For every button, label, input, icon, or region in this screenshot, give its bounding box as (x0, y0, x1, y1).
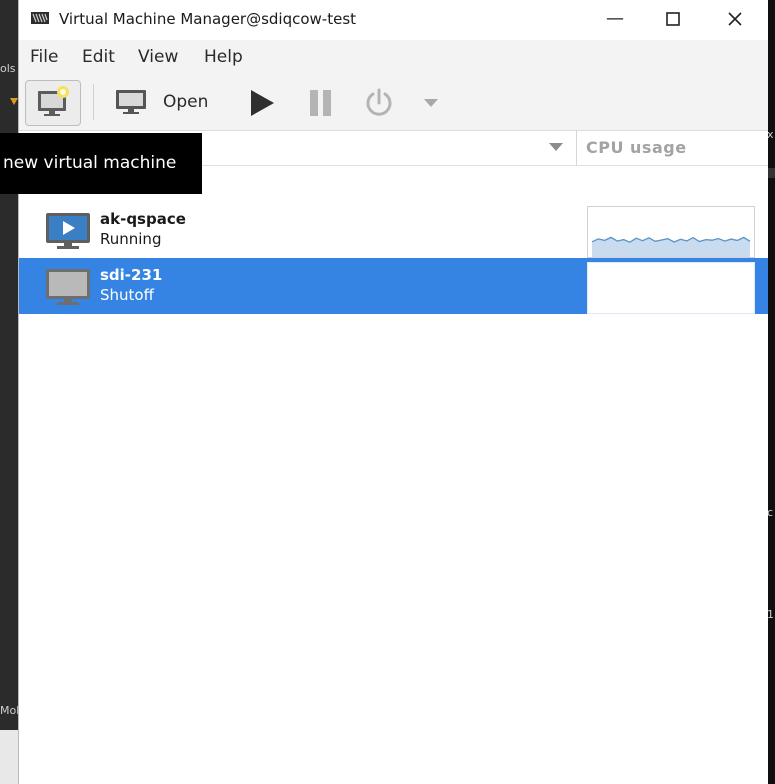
background-window-right: x c 1 (767, 0, 775, 784)
new-vm-button[interactable] (25, 80, 81, 126)
running-vm-icon (46, 213, 90, 249)
toolbar: Open (19, 74, 768, 131)
vmm-window: Virtual Machine Manager@sdiqcow-test — F… (18, 0, 768, 784)
bg-band (0, 730, 18, 784)
menu-bar: File Edit View Help (19, 40, 768, 74)
cpu-usage-graph (587, 206, 755, 258)
play-icon[interactable] (247, 88, 277, 118)
sort-arrow-icon[interactable] (549, 143, 563, 151)
virt-manager-app-icon (31, 12, 49, 24)
background-window-left: ols Mob (0, 0, 23, 784)
menu-help[interactable]: Help (204, 47, 243, 67)
maximize-icon (666, 12, 680, 26)
title-bar[interactable]: Virtual Machine Manager@sdiqcow-test — (19, 0, 768, 40)
menu-view[interactable]: View (138, 47, 178, 67)
vm-status: Shutoff (100, 286, 154, 304)
cpu-usage-column-header[interactable]: CPU usage (586, 138, 687, 157)
vm-row-selected[interactable]: sdi-231 Shutoff (19, 258, 768, 314)
menu-edit[interactable]: Edit (82, 47, 115, 67)
power-icon[interactable] (363, 87, 395, 119)
maximize-button[interactable] (658, 6, 688, 32)
open-console-icon[interactable] (113, 88, 149, 116)
shutoff-vm-icon (46, 269, 90, 305)
cpu-usage-graph-empty (587, 262, 755, 314)
close-button[interactable] (720, 6, 750, 32)
bg-strip (767, 168, 775, 178)
menu-file[interactable]: File (30, 47, 58, 67)
window-title: Virtual Machine Manager@sdiqcow-test (59, 10, 357, 28)
new-vm-monitor-icon (38, 86, 69, 116)
column-divider[interactable] (576, 131, 577, 165)
toolbar-separator (93, 84, 94, 120)
bg-text-fragment: 1 (767, 608, 774, 621)
dropdown-arrow-icon[interactable] (422, 98, 440, 108)
vm-name: ak-qspace (100, 210, 186, 228)
bg-text-fragment: ols (0, 62, 16, 75)
open-button-label[interactable]: Open (163, 92, 208, 112)
tooltip-text: new virtual machine (3, 153, 177, 173)
minimize-button[interactable]: — (600, 6, 630, 32)
vm-row[interactable]: ak-qspace Running (19, 202, 768, 258)
vm-name: sdi-231 (100, 266, 163, 284)
close-icon (728, 12, 742, 26)
vm-status: Running (100, 230, 162, 248)
tooltip: new virtual machine (0, 133, 202, 194)
pause-icon[interactable] (307, 88, 335, 118)
bg-arrow-icon (10, 98, 18, 105)
